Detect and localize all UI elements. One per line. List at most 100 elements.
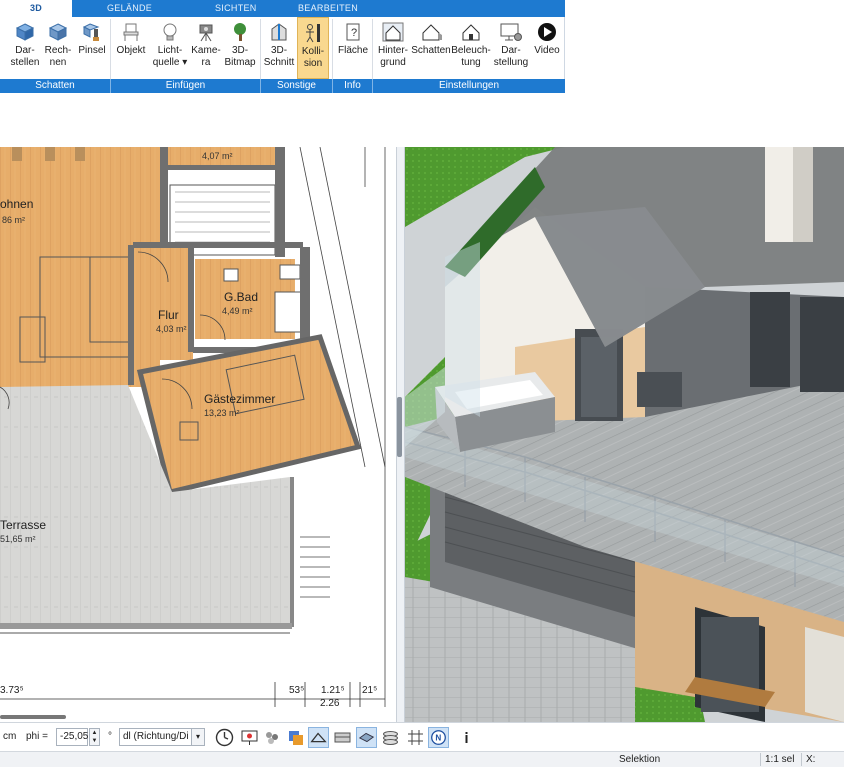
plan-horizontal-scrollbar[interactable] [0,712,396,722]
3d-house-render [405,147,844,722]
kollision-button[interactable]: Kolli- sion [297,17,329,79]
button-label: Bitmap [224,57,256,68]
status-bar: Selektion 1:1 sel X: [0,751,844,767]
direction-select[interactable]: dl (Richtung/Di [119,728,191,746]
room-label-terrasse: Terrasse [0,518,47,532]
application-window: 3D GELÄNDE SICHTEN BEARBEITEN Dar- stell… [0,0,844,767]
house-background-icon [382,22,404,42]
objekt-button[interactable]: Objekt [114,17,148,79]
monitor-settings-icon [500,23,522,41]
person-collision-icon [306,24,320,43]
camera-icon [199,24,213,42]
button-label: nen [49,57,67,68]
button-label: Dar- [501,45,521,56]
chevron-down-icon[interactable]: ▼ [92,738,98,744]
pattern-icon[interactable] [332,727,353,748]
cube-calculate-icon [48,23,68,41]
room-label-gaestezimmer: Gästezimmer [204,392,276,406]
info-marker-icon[interactable] [456,727,477,748]
tab-3d[interactable]: 3D [0,0,72,17]
button-label: Pinsel [78,45,106,56]
room-area-wohnen: 86 m² [2,215,26,225]
phi-input[interactable]: -25,05 [56,728,88,746]
dimension-label: 21⁵ [362,685,378,696]
tree-icon [234,23,246,41]
monitor-icon[interactable] [239,727,260,748]
button-label: Schatten [411,45,451,56]
clock-icon[interactable] [214,727,235,748]
button-label: Fläche [337,45,368,56]
bottom-toolbar: cm phi = -25,05 ▲ ▼ ° dl (Richtung/Di ▾ N [0,722,844,751]
chevron-up-icon[interactable]: ▲ [92,730,98,736]
room-label-gbad: G.Bad [224,290,259,304]
tab-sichten[interactable]: SICHTEN [215,0,257,17]
north-icon[interactable]: N [428,727,449,748]
group-label-schatten: Schatten [35,80,75,91]
phi-stepper[interactable]: ▲ ▼ [89,728,100,746]
layers-icon[interactable] [285,727,306,748]
view-splitter[interactable] [396,147,405,722]
chevron-down-icon: ▾ [182,57,188,68]
button-label: tung [461,57,481,68]
schatten-button[interactable]: Schatten [411,17,451,79]
floor-plan-view[interactable]: ohnen 86 m² 4,07 m² G.Bad 4,49 m² Flur 4… [0,147,396,712]
dimension-label: 1.21⁵ [321,685,345,696]
lichtquelle-button[interactable]: Licht- quelle ▾ [151,17,189,79]
room-area-gaestezimmer: 13,23 m² [204,408,240,418]
separator [760,753,761,766]
room-label-wohnen: ohnen [0,197,34,211]
darstellen-button[interactable]: Dar- stellen [9,17,41,79]
section-cut-icon [271,23,287,41]
separator [801,753,802,766]
stack-icon[interactable] [380,727,401,748]
button-label: Kame- [191,45,221,56]
chair-icon [123,23,139,41]
button-label: grund [380,57,406,68]
button-label: Hinter- [377,45,408,56]
grid-icon[interactable] [405,727,426,748]
status-mode: Selektion [619,754,661,765]
button-label: Beleuch- [451,45,491,56]
room-area-terrasse: 51,65 m² [0,534,36,544]
hintergrund-button[interactable]: Hinter- grund [375,17,411,79]
button-label: stellung [493,57,529,68]
pinsel-button[interactable]: Pinsel [76,17,108,79]
button-label: 3D- [270,45,288,56]
line-draw-icon[interactable] [308,727,329,748]
tab-bearbeiten[interactable]: BEARBEITEN [298,0,358,17]
status-coordinate-label: X: [806,754,816,765]
button-label: Dar- [15,45,35,56]
ribbon-panel: Dar- stellen Rech- nen Pinsel Objekt Lic… [0,17,565,93]
darstellung-button[interactable]: Dar- stellung [491,17,531,79]
chevron-down-icon[interactable]: ▾ [191,728,205,746]
room-area-stair: 4,07 m² [202,151,233,161]
svg-text:N: N [435,734,441,743]
status-scale: 1:1 sel [765,754,795,765]
beleuchtung-button[interactable]: Beleuch- tung [451,17,491,79]
scrollbar-thumb[interactable] [0,715,66,719]
group-icon[interactable] [262,727,283,748]
degree-label: ° [108,731,112,742]
3d-schnitt-button[interactable]: 3D- Schnitt [262,17,296,79]
group-label-einfuegen: Einfügen [165,80,206,91]
room-area-flur: 4,03 m² [156,324,187,334]
scrollbar-thumb[interactable] [397,397,402,457]
button-label: Video [534,45,560,56]
house-light-icon [462,24,480,41]
3d-view[interactable] [405,147,844,722]
ribbon-group-labels: Schatten Einfügen Sonstige Info Einstell… [0,79,565,93]
dimension-label: 53⁵ [289,685,305,696]
plane-icon[interactable] [356,727,377,748]
kamera-button[interactable]: Kame- ra [190,17,222,79]
floor-plan-drawing [0,147,386,707]
tab-gelaende[interactable]: GELÄNDE [107,0,152,17]
play-icon [538,23,556,41]
button-label: quelle ▾ [152,57,188,68]
button-label: sion [303,58,323,69]
flaeche-button[interactable]: ? Fläche [336,17,370,79]
room-label-flur: Flur [158,308,179,322]
video-button[interactable]: Video [532,17,562,79]
3d-bitmap-button[interactable]: 3D- Bitmap [222,17,258,79]
rechnen-button[interactable]: Rech- nen [42,17,74,79]
unit-label: cm [3,731,17,742]
